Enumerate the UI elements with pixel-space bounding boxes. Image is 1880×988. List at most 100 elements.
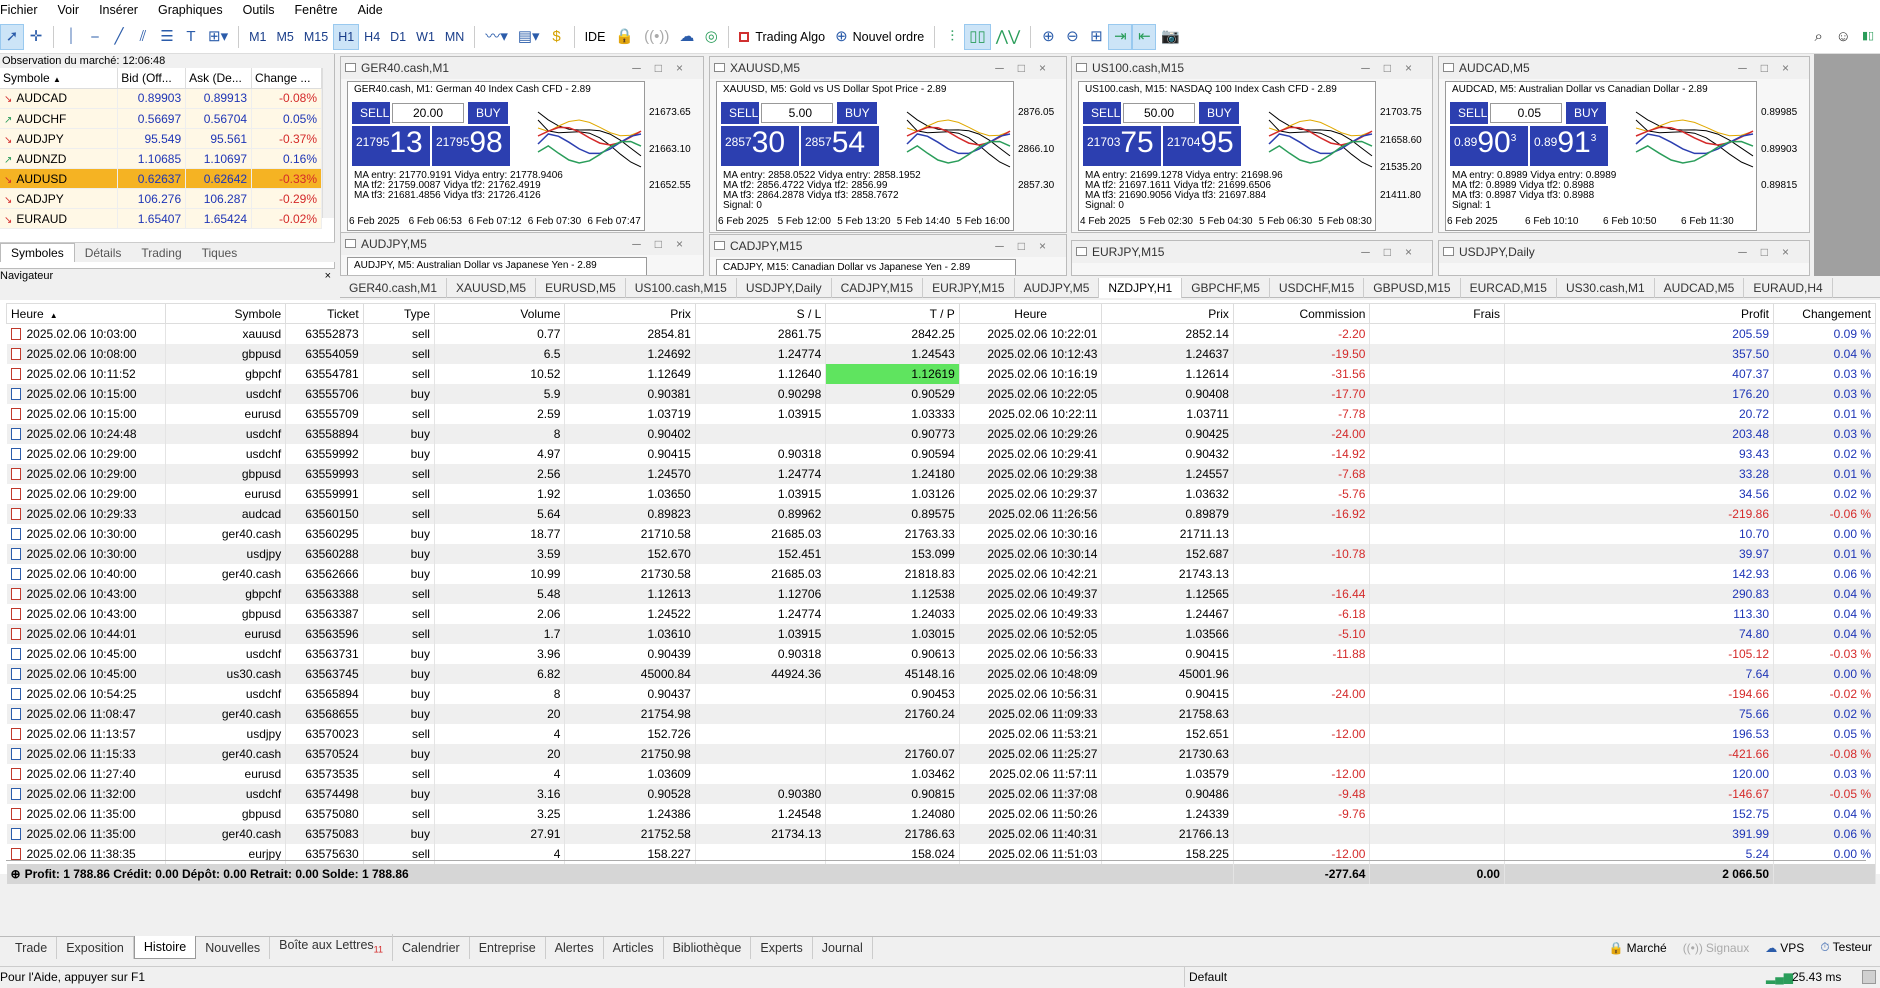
buy-button[interactable]: BUY — [1199, 102, 1239, 124]
history-row[interactable]: 2025.02.06 11:27:40 eurusd 63573535 sell 4 1.… — [6, 763, 1876, 784]
tf-m5-button[interactable]: M5 — [271, 24, 298, 50]
tf-mn-button[interactable]: MN — [440, 24, 469, 50]
tab-symboles[interactable]: Symboles — [0, 243, 75, 262]
history-col-header[interactable]: Frais — [1369, 303, 1505, 324]
cloud-button[interactable]: ☁ — [674, 24, 699, 50]
mw-row[interactable]: ↘ AUDJPY 95.549 95.561 -0.37% — [0, 128, 322, 149]
chart-tab[interactable]: AUDCAD,M5 — [1655, 277, 1745, 298]
history-row[interactable]: 2025.02.06 10:15:00 usdchf 63555706 buy 5.9 0… — [6, 383, 1876, 404]
mw-row[interactable]: ↘ AUDCAD 0.89903 0.89913 -0.08% — [0, 88, 322, 109]
sell-button[interactable]: SELL — [1450, 102, 1488, 124]
history-row[interactable]: 2025.02.06 10:43:00 gbpusd 63563387 sell 2.0… — [6, 603, 1876, 624]
lot-size-input[interactable]: 5.00 — [761, 103, 833, 123]
menu-aide[interactable]: Aide — [358, 0, 394, 20]
history-col-header[interactable]: Prix — [564, 303, 696, 324]
window-controls-icon[interactable]: ─□× — [995, 235, 1060, 257]
channel-button[interactable]: ⫽ — [131, 24, 155, 50]
chart-tab[interactable]: GBPCHF,M5 — [1182, 277, 1270, 298]
history-h-scrollbar[interactable] — [6, 860, 1866, 870]
chart-window-minimized[interactable]: USDJPY,Daily ─□× — [1438, 240, 1810, 276]
lot-size-input[interactable]: 0.05 — [1490, 103, 1562, 123]
ask-price[interactable]: 0.89913 — [1530, 126, 1608, 166]
mw-scrollbar[interactable] — [322, 68, 334, 218]
toolbox-tab[interactable]: Calendrier — [393, 936, 470, 959]
crosshair-button[interactable]: ✛ — [24, 24, 48, 50]
sell-button[interactable]: SELL — [721, 102, 759, 124]
signal-button[interactable]: ((•)) — [639, 24, 674, 50]
history-row[interactable]: 2025.02.06 11:35:00 gbpusd 63575080 sell 3.2… — [6, 803, 1876, 824]
vps-button[interactable]: ☁ VPS — [1757, 941, 1812, 955]
menu-voir[interactable]: Voir — [58, 0, 91, 20]
screenshot-button[interactable]: 📷 — [1156, 24, 1185, 50]
tab-trading[interactable]: Trading — [131, 244, 191, 262]
history-col-header[interactable]: Heure — [958, 303, 1103, 324]
history-row[interactable]: 2025.02.06 11:08:47 ger40.cash 63568655 buy… — [6, 703, 1876, 724]
history-col-header[interactable]: Commission — [1232, 303, 1371, 324]
history-row[interactable]: 2025.02.06 10:30:00 ger40.cash 63560295 buy… — [6, 523, 1876, 544]
mw-row[interactable]: ↘ EURAUD 1.65407 1.65424 -0.02% — [0, 208, 322, 229]
menu-fichier[interactable]: Fichier — [0, 0, 49, 20]
history-row[interactable]: 2025.02.06 10:30:00 usdjpy 63560288 buy 3.59… — [6, 543, 1876, 564]
chart-window-titlebar[interactable]: CADJPY,M15 ─□× — [710, 235, 1066, 257]
candles-button[interactable]: ▯▯ — [964, 23, 991, 50]
chart-window[interactable]: US100.cash,M15 ─□× US100.cash, M15: NASDAQ… — [1071, 56, 1433, 233]
tab-tiques[interactable]: Tiques — [192, 244, 248, 262]
new-order-button[interactable]: ⊕ Nouvel ordre — [830, 24, 929, 50]
history-row[interactable]: 2025.02.06 10:24:48 usdchf 63558894 buy 8 0.9… — [6, 423, 1876, 444]
zoom-in-button[interactable]: ⊕ — [1036, 24, 1060, 50]
chart-window-titlebar[interactable]: EURJPY,M15 ─□× — [1072, 241, 1432, 263]
menu-fenetre[interactable]: Fenêtre — [295, 0, 349, 20]
window-controls-icon[interactable]: ─□× — [632, 233, 697, 255]
chart-tab[interactable]: EURAUD,H4 — [1744, 277, 1833, 298]
lot-size-input[interactable]: 50.00 — [1123, 103, 1195, 123]
monitor-button[interactable]: ▮▯ — [1856, 24, 1880, 50]
mw-row[interactable]: ↗ AUDCHF 0.56697 0.56704 0.05% — [0, 108, 322, 129]
tf-h4-button[interactable]: H4 — [359, 24, 385, 50]
toolbox-tab[interactable]: Exposition — [57, 936, 134, 959]
buy-button[interactable]: BUY — [1566, 102, 1606, 124]
window-controls-icon[interactable]: ─□× — [1738, 241, 1803, 263]
menu-graphiques[interactable]: Graphiques — [158, 0, 234, 20]
signals-button[interactable]: ((•)) Signaux — [1675, 941, 1758, 955]
chart-tab[interactable]: USDJPY,Daily — [737, 277, 832, 298]
chart-shift-button[interactable]: ⇤ — [1132, 23, 1157, 50]
history-row[interactable]: 2025.02.06 10:29:00 usdchf 63559992 buy 4.97… — [6, 443, 1876, 464]
history-row[interactable]: 2025.02.06 10:54:25 usdchf 63565894 buy 8 0.9… — [6, 683, 1876, 704]
cursor-tool-button[interactable]: ➚ — [0, 23, 24, 50]
history-col-header[interactable]: Symbole — [164, 303, 287, 324]
history-row[interactable]: 2025.02.06 10:15:00 eurusd 63555709 sell 2.5… — [6, 403, 1876, 424]
history-row[interactable]: 2025.02.06 10:29:00 gbpusd 63559993 sell 2.5… — [6, 463, 1876, 484]
lot-size-input[interactable]: 20.00 — [392, 103, 464, 123]
algo-trading-button[interactable]: Trading Algo — [734, 24, 830, 50]
chart-tab[interactable]: NZDJPY,H1 — [1099, 277, 1183, 298]
mw-row[interactable]: ↗ AUDNZD 1.10685 1.10697 0.16% — [0, 148, 322, 169]
mw-col-change[interactable]: Change ... — [251, 68, 322, 89]
chart-window[interactable]: XAUUSD,M5 ─□× XAUUSD, M5: Gold vs US Dolla… — [709, 56, 1067, 233]
toolbox-tab[interactable]: Boîte aux Lettres11 — [270, 934, 394, 961]
chart-window[interactable]: AUDCAD,M5 ─□× AUDCAD, M5: Australian Dolla… — [1438, 56, 1810, 233]
search-button[interactable]: ⌕ — [1807, 24, 1831, 50]
chart-tab[interactable]: EURUSD,M5 — [536, 277, 626, 298]
ide-button[interactable]: IDE — [580, 24, 611, 50]
status-ping[interactable]: 25.43 ms — [1792, 967, 1841, 987]
mw-row[interactable]: ↘ AUDUSD 0.62637 0.62642 -0.33% — [0, 168, 322, 189]
mw-col-bid[interactable]: Bid (Off... — [117, 68, 187, 89]
history-col-header[interactable]: Prix — [1101, 303, 1234, 324]
toolbox-tab[interactable]: Histoire — [133, 936, 197, 959]
toolbox-tab[interactable]: Experts — [751, 936, 813, 959]
history-row[interactable]: 2025.02.06 10:45:00 us30.cash 63563745 buy 6… — [6, 663, 1876, 684]
chart-tab[interactable]: CADJPY,M15 — [832, 277, 924, 298]
close-icon[interactable]: × — [325, 269, 331, 283]
tf-m1-button[interactable]: M1 — [244, 24, 271, 50]
history-row[interactable]: 2025.02.06 11:35:00 ger40.cash 63575083 buy… — [6, 823, 1876, 844]
market-button[interactable]: 🔒 Marché — [1601, 941, 1675, 955]
history-row[interactable]: 2025.02.06 10:45:00 usdchf 63563731 buy 3.96… — [6, 643, 1876, 664]
chart-plot[interactable]: AUDJPY, M5: Australian Dollar vs Japanes… — [347, 257, 647, 275]
chart-window-minimized[interactable]: CADJPY,M15 ─□× CADJPY, M15: Canadian Dolla… — [709, 234, 1067, 276]
window-controls-icon[interactable]: ─□× — [1361, 57, 1426, 79]
history-row[interactable]: 2025.02.06 10:11:52 gbpchf 63554781 sell 10.… — [6, 363, 1876, 384]
toolbox-tab[interactable]: Entreprise — [470, 936, 546, 959]
toolbox-tab[interactable]: Trade — [6, 936, 58, 959]
bid-price[interactable]: 285730 — [721, 126, 799, 166]
account-button[interactable]: ☺ — [1831, 24, 1856, 50]
